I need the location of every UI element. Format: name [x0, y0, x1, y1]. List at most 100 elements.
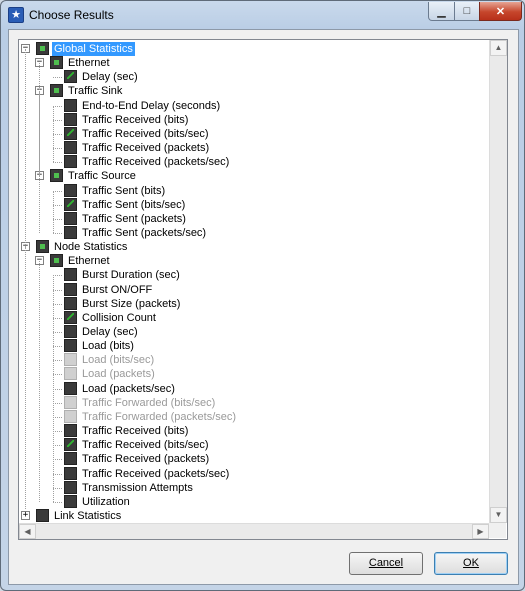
tree-row[interactable]: − Global Statistics: [19, 42, 489, 56]
title-bar[interactable]: ★ Choose Results ▁ □ ✕: [1, 1, 524, 29]
expand-icon[interactable]: +: [21, 510, 30, 520]
scroll-down-arrow-icon[interactable]: ▼: [490, 507, 507, 523]
vertical-scrollbar[interactable]: ▲ ▼: [489, 40, 507, 523]
tree-row[interactable]: − Ethernet: [19, 254, 489, 268]
checkbox-icon[interactable]: [64, 98, 77, 112]
checkbox-icon[interactable]: [64, 339, 77, 353]
tree-row[interactable]: Load (bits/sec): [19, 353, 489, 367]
tree-row[interactable]: − Traffic Sink: [19, 84, 489, 98]
checkbox-icon[interactable]: [64, 381, 77, 395]
checkbox-icon[interactable]: [64, 197, 77, 211]
tree-row[interactable]: − Ethernet: [19, 56, 489, 70]
scroll-left-arrow-icon[interactable]: ◀: [19, 524, 36, 539]
tree-guide-line: [53, 190, 54, 233]
tree-row[interactable]: Collision Count: [19, 310, 489, 325]
tree-connector: [53, 303, 62, 305]
tree-row[interactable]: Traffic Received (packets): [19, 452, 489, 466]
checkbox-icon[interactable]: [64, 480, 77, 494]
checkbox-icon[interactable]: [64, 155, 77, 169]
tree-row[interactable]: Load (packets): [19, 367, 489, 381]
tree-guide-line: [39, 91, 40, 234]
checkbox-icon[interactable]: [50, 169, 63, 183]
checkbox-icon[interactable]: [64, 367, 77, 381]
checkbox-icon[interactable]: [64, 438, 77, 452]
tree-row[interactable]: Transmission Attempts: [19, 480, 489, 495]
checkbox-icon[interactable]: [36, 508, 49, 522]
checkbox-icon[interactable]: [36, 42, 49, 55]
tree-guide-line: [25, 247, 26, 509]
checkbox-icon[interactable]: [64, 183, 77, 197]
tree-row[interactable]: Traffic Sent (bits): [19, 183, 489, 198]
tree-row[interactable]: − Node Statistics: [19, 240, 489, 254]
tree-row-label: Utilization: [82, 495, 130, 508]
tree-row-label: Traffic Forwarded (packets/sec): [82, 410, 237, 423]
app-star-icon: ★: [8, 7, 24, 23]
tree-row[interactable]: Traffic Received (bits): [19, 112, 489, 127]
tree-row[interactable]: Traffic Received (packets): [19, 141, 489, 155]
tree-row[interactable]: Burst Duration (sec): [19, 268, 489, 282]
tree-row[interactable]: Delay (sec): [19, 70, 489, 84]
horizontal-scrollbar[interactable]: ◀ ▶: [19, 523, 489, 539]
checkbox-icon[interactable]: [64, 282, 77, 296]
ok-button[interactable]: OK: [434, 552, 508, 575]
checkbox-icon[interactable]: [64, 494, 77, 508]
tree-row[interactable]: Traffic Forwarded (bits/sec): [19, 395, 489, 410]
tree-row-label: Traffic Forwarded (bits/sec): [82, 396, 216, 409]
tree-row-label: Traffic Received (packets/sec): [82, 156, 230, 169]
checkbox-icon[interactable]: [64, 268, 77, 282]
tree-row[interactable]: Utilization: [19, 494, 489, 509]
checkbox-icon[interactable]: [64, 225, 77, 239]
checkbox-icon[interactable]: [64, 409, 77, 423]
tree-row[interactable]: Traffic Received (bits): [19, 424, 489, 438]
tree-row[interactable]: Load (packets/sec): [19, 381, 489, 396]
cancel-button[interactable]: Cancel: [349, 552, 423, 575]
checkbox-icon[interactable]: [64, 466, 77, 480]
checkbox-icon[interactable]: [64, 395, 77, 409]
tree-connector: [53, 431, 62, 433]
tree-connector: [53, 374, 62, 376]
tree-row[interactable]: Traffic Received (bits/sec): [19, 438, 489, 452]
tree-row[interactable]: Traffic Sent (packets): [19, 211, 489, 226]
tree-row-label: Traffic Received (bits/sec): [82, 127, 209, 140]
checkbox-icon[interactable]: [64, 141, 77, 155]
tree-row[interactable]: Traffic Received (packets/sec): [19, 155, 489, 169]
scroll-up-arrow-icon[interactable]: ▲: [490, 40, 507, 56]
tree-row[interactable]: Delay (sec): [19, 325, 489, 339]
tree-row[interactable]: Traffic Sent (bits/sec): [19, 197, 489, 212]
tree-connector: [53, 445, 62, 447]
maximize-button[interactable]: □: [454, 2, 480, 21]
tree-row[interactable]: Traffic Received (packets/sec): [19, 466, 489, 481]
tree-row[interactable]: + Link Statistics: [19, 508, 489, 523]
tree-row[interactable]: Load (bits): [19, 339, 489, 353]
checkbox-icon[interactable]: [64, 296, 77, 310]
tree-row[interactable]: Traffic Forwarded (packets/sec): [19, 409, 489, 424]
tree-guide-line: [39, 261, 40, 502]
tree-row[interactable]: Burst Size (packets): [19, 296, 489, 311]
checkbox-icon[interactable]: [64, 112, 77, 126]
checkbox-icon[interactable]: [50, 84, 63, 98]
checkbox-icon[interactable]: [50, 56, 63, 70]
tree-row[interactable]: Traffic Sent (packets/sec): [19, 225, 489, 240]
tree-connector: [53, 317, 62, 319]
tree-row[interactable]: End-to-End Delay (seconds): [19, 98, 489, 113]
checkbox-icon[interactable]: [36, 240, 49, 254]
tree-connector: [53, 275, 62, 277]
tree-row[interactable]: Burst ON/OFF: [19, 282, 489, 297]
checkbox-icon[interactable]: [64, 452, 77, 466]
scroll-right-arrow-icon[interactable]: ▶: [472, 524, 489, 539]
checkbox-icon[interactable]: [64, 70, 77, 84]
checkbox-icon[interactable]: [64, 211, 77, 225]
tree-row-label: Load (bits/sec): [82, 354, 155, 367]
checkbox-icon[interactable]: [64, 126, 77, 140]
checkbox-icon[interactable]: [64, 325, 77, 338]
checkbox-icon[interactable]: [64, 310, 77, 324]
tree-row[interactable]: Traffic Received (bits/sec): [19, 126, 489, 141]
tree-row-label: Ethernet: [68, 255, 110, 268]
checkbox-icon[interactable]: [64, 424, 77, 438]
minimize-button[interactable]: ▁: [428, 2, 455, 21]
results-tree[interactable]: − Global Statistics − Ethernet Delay (sec) − T…: [18, 39, 508, 540]
checkbox-icon[interactable]: [64, 353, 77, 367]
close-button[interactable]: ✕: [479, 2, 522, 21]
checkbox-icon[interactable]: [50, 254, 63, 268]
tree-row[interactable]: − Traffic Source: [19, 169, 489, 183]
